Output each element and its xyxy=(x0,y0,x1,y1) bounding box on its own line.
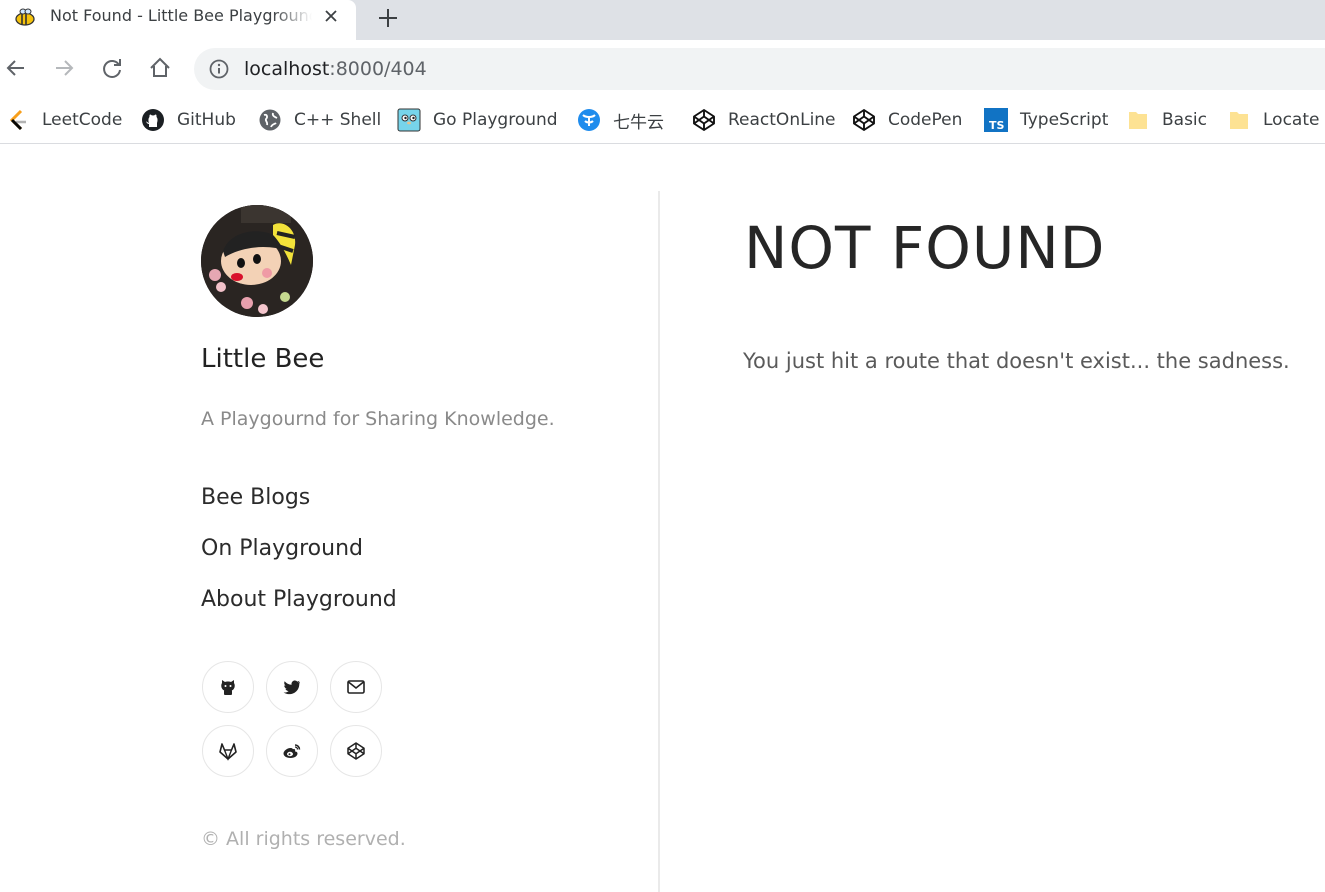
avatar[interactable] xyxy=(201,205,313,317)
sidebar: Little Bee A Playgournd for Sharing Know… xyxy=(0,145,660,892)
not-found-message: You just hit a route that doesn't exist.… xyxy=(743,349,1290,373)
gopher-icon xyxy=(397,108,421,132)
site-description: A Playgournd for Sharing Knowledge. xyxy=(201,408,555,430)
site-title[interactable]: Little Bee xyxy=(201,343,324,375)
back-arrow-icon[interactable] xyxy=(2,54,30,82)
gitlab-icon xyxy=(219,743,237,761)
bookmark-label: CodePen xyxy=(888,110,963,130)
bookmark-label: GitHub xyxy=(177,110,236,130)
bookmark-reactonline[interactable]: ReactOnLine xyxy=(692,105,836,135)
email-icon xyxy=(347,680,365,694)
codepen-icon xyxy=(347,742,365,760)
folder-icon xyxy=(1230,112,1248,129)
avatar-image xyxy=(201,205,313,317)
new-tab-icon[interactable] xyxy=(374,4,402,32)
codepen-icon xyxy=(693,109,715,131)
page: Little Bee A Playgournd for Sharing Know… xyxy=(0,145,1325,892)
social-codepen-button[interactable] xyxy=(330,725,382,777)
home-icon[interactable] xyxy=(146,54,174,82)
social-github-button[interactable] xyxy=(202,661,254,713)
typescript-icon: TS xyxy=(984,108,1008,132)
bookmark-go-playground[interactable]: Go Playground xyxy=(397,105,558,135)
page-title: NOT FOUND xyxy=(744,214,1106,282)
globe-icon xyxy=(259,109,281,131)
bookmark-folder-basic[interactable]: Basic xyxy=(1126,105,1207,135)
social-gitlab-button[interactable] xyxy=(202,725,254,777)
bookmark-label: LeetCode xyxy=(42,110,123,130)
bookmark-label: Go Playground xyxy=(433,110,558,130)
twitter-icon xyxy=(283,680,300,695)
social-twitter-button[interactable] xyxy=(266,661,318,713)
bookmark-label: ReactOnLine xyxy=(728,110,836,130)
weibo-icon xyxy=(283,744,301,758)
bookmark-label: C++ Shell xyxy=(294,110,382,130)
social-email-button[interactable] xyxy=(330,661,382,713)
github-icon xyxy=(142,109,164,131)
tab-strip: Not Found - Little Bee Playground xyxy=(0,0,1325,40)
nav-link-about-playground[interactable]: About Playground xyxy=(201,586,397,614)
address-bar[interactable]: localhost:8000/404 xyxy=(194,48,1325,90)
url-host: localhost xyxy=(244,58,330,80)
bookmark-label: Locate xyxy=(1263,110,1320,130)
bookmark-cpp-shell[interactable]: C++ Shell xyxy=(258,105,381,135)
info-icon[interactable] xyxy=(208,58,230,80)
forward-arrow-icon[interactable] xyxy=(50,54,78,82)
folder-icon xyxy=(1129,112,1147,129)
tab-active[interactable]: Not Found - Little Bee Playground xyxy=(0,0,356,40)
leetcode-icon xyxy=(9,109,26,131)
copyright: © All rights reserved. xyxy=(201,828,406,850)
bookmark-folder-locate[interactable]: Locate xyxy=(1227,105,1319,135)
svg-text:TS: TS xyxy=(989,119,1005,132)
reload-icon[interactable] xyxy=(98,54,126,82)
bookmark-typescript[interactable]: TS TypeScript xyxy=(984,105,1108,135)
url-path: :8000/404 xyxy=(329,58,427,80)
social-weibo-button[interactable] xyxy=(266,725,318,777)
tab-close-icon[interactable] xyxy=(320,5,342,27)
bookmark-label: Basic xyxy=(1162,110,1208,130)
github-icon xyxy=(221,680,235,695)
main-content: NOT FOUND You just hit a route that does… xyxy=(660,145,1325,892)
url-text[interactable]: localhost:8000/404 xyxy=(244,58,427,80)
nav-link-bee-blogs[interactable]: Bee Blogs xyxy=(201,484,310,512)
nav-link-on-playground[interactable]: On Playground xyxy=(201,535,363,563)
bookmark-label: 七牛云 xyxy=(613,112,664,133)
qiniu-icon xyxy=(578,109,600,131)
codepen-icon xyxy=(853,109,875,131)
bookmarks-bar: LeetCode GitHub C++ Shell Go Playground xyxy=(0,96,1325,144)
browser-toolbar: localhost:8000/404 xyxy=(0,40,1325,96)
bookmark-qiniu[interactable]: 七牛云 xyxy=(577,105,664,135)
bookmark-leetcode[interactable]: LeetCode xyxy=(6,105,122,135)
tab-title: Not Found - Little Bee Playground xyxy=(50,6,312,25)
bee-favicon-icon xyxy=(15,8,35,26)
bookmark-github[interactable]: GitHub xyxy=(141,105,236,135)
bookmark-label: TypeScript xyxy=(1020,110,1109,130)
bookmark-codepen[interactable]: CodePen xyxy=(852,105,962,135)
